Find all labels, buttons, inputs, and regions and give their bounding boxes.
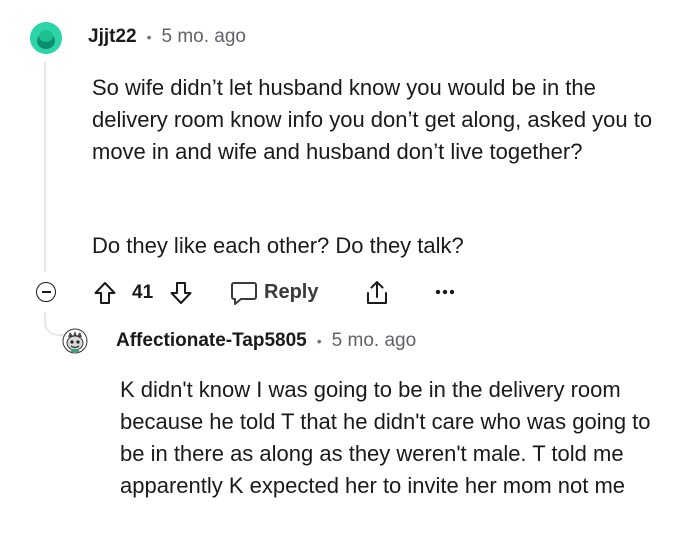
meta-separator: • <box>146 29 152 45</box>
username[interactable]: Jjjt22 <box>88 26 137 48</box>
meta-separator: • <box>316 333 322 349</box>
reply-button[interactable]: Reply <box>264 281 318 304</box>
reply-user-avatar[interactable] <box>62 328 88 354</box>
more-options-icon[interactable] <box>434 287 456 297</box>
downvote-icon[interactable] <box>168 280 194 306</box>
collapse-icon[interactable] <box>36 282 56 302</box>
reply-connector-line <box>44 312 64 336</box>
reply-icon[interactable] <box>230 280 258 306</box>
user-avatar[interactable] <box>30 22 62 54</box>
thread-line[interactable] <box>44 62 46 272</box>
comment-timestamp[interactable]: 5 mo. ago <box>162 26 247 48</box>
snoo-avatar-icon <box>30 22 62 54</box>
upvote-icon[interactable] <box>92 280 118 306</box>
reply-header: Affectionate-Tap5805 • 5 mo. ago <box>116 330 416 352</box>
vote-count: 41 <box>132 282 154 303</box>
comment-body-paragraph-2: Do they like each other? Do they talk? <box>92 233 464 258</box>
reply-body: K didn't know I was going to be in the d… <box>120 377 651 498</box>
reply-timestamp[interactable]: 5 mo. ago <box>332 330 417 352</box>
snoo-avatar-icon <box>62 328 88 354</box>
share-icon[interactable] <box>364 279 390 307</box>
reply-username[interactable]: Affectionate-Tap5805 <box>116 330 307 352</box>
comment-body-paragraph-1: So wife didn’t let husband know you woul… <box>92 75 653 164</box>
comment-header: Jjjt22 • 5 mo. ago <box>88 26 246 48</box>
